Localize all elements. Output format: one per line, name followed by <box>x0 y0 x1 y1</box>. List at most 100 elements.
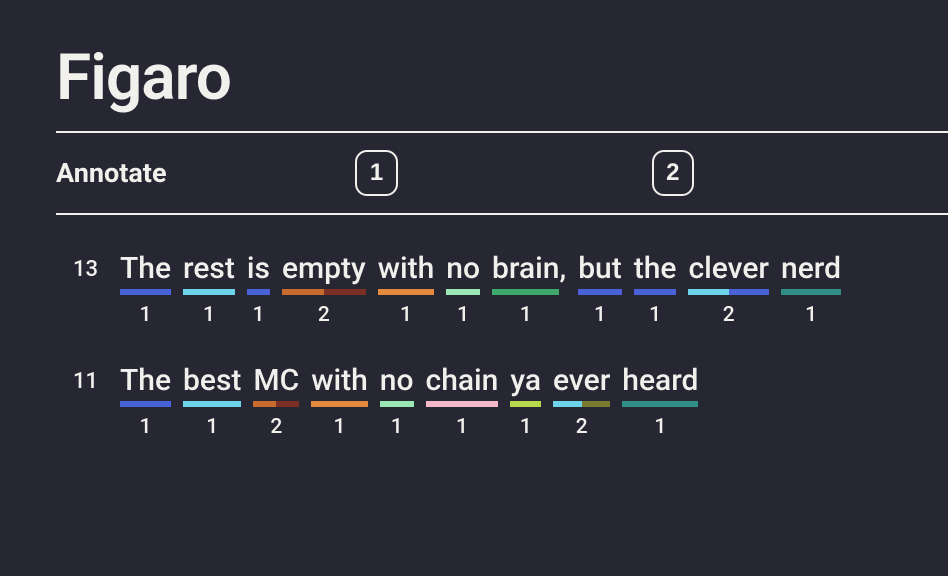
word-text: with <box>311 363 368 399</box>
word-text: but <box>578 251 622 287</box>
word[interactable]: ever2 <box>553 363 610 439</box>
syllable-count: 1 <box>140 303 152 327</box>
underline-segment <box>378 289 435 295</box>
underline-segment <box>426 401 499 407</box>
words-row: The 1 best 1 MC 2 with 1 no 1 chain 1 ya 1 ever2 heard 1 <box>120 363 710 439</box>
syllable-count: 2 <box>270 415 282 439</box>
word[interactable]: no1 <box>446 251 480 327</box>
word-text: The <box>120 363 171 399</box>
syllable-count: 1 <box>206 415 218 439</box>
lyric-line: 11The1best1MC2with1no1chain1ya1ever2hear… <box>56 363 948 439</box>
syllable-count: 1 <box>140 415 152 439</box>
line-number: 13 <box>56 251 120 282</box>
syllable-underline <box>781 289 841 295</box>
underline-segment <box>492 289 559 295</box>
word-text: no <box>380 363 414 399</box>
word-text: The <box>120 251 171 287</box>
underline-segment <box>634 289 677 295</box>
word-text: ya <box>510 363 541 399</box>
word[interactable]: heard 1 <box>622 363 698 439</box>
word[interactable]: The 1 <box>120 363 171 439</box>
underline-segment <box>183 289 235 295</box>
word-text: is <box>247 251 270 287</box>
underline-segment <box>253 401 276 407</box>
syllable-underline <box>578 289 622 295</box>
syllable-underline <box>378 289 435 295</box>
word-text: MC <box>253 363 299 399</box>
syllable-count: 1 <box>805 303 817 327</box>
word[interactable]: MC 2 <box>253 363 299 439</box>
syllable-underline <box>446 289 480 295</box>
underline-segment <box>510 401 541 407</box>
syllable-count: 1 <box>391 415 403 439</box>
syllable-underline <box>380 401 414 407</box>
underline-segment <box>622 401 698 407</box>
syllable-count: 1 <box>594 303 606 327</box>
underline-segment <box>688 289 728 295</box>
syllable-underline <box>311 401 368 407</box>
word[interactable]: ya 1 <box>510 363 541 439</box>
nav-label: Annotate <box>56 157 355 189</box>
syllable-count: 1 <box>649 303 661 327</box>
word-text: heard <box>622 363 698 399</box>
word[interactable]: nerd 1 <box>781 251 841 327</box>
words-row: The1rest1is1empty2with1no1brain1,but1the… <box>120 251 853 327</box>
word[interactable]: brain 1 <box>492 251 559 327</box>
syllable-underline <box>426 401 499 407</box>
word-text: clever <box>688 251 769 287</box>
word[interactable]: rest 1 <box>183 251 235 327</box>
syllable-underline <box>634 289 677 295</box>
word-text: the <box>634 251 677 287</box>
nav-button-2[interactable]: 2 <box>652 150 694 196</box>
word[interactable]: clever2 <box>688 251 769 327</box>
syllable-underline <box>282 289 366 295</box>
word[interactable]: empty2 <box>282 251 366 327</box>
word[interactable]: best 1 <box>183 363 241 439</box>
word[interactable]: the 1 <box>634 251 677 327</box>
word[interactable]: chain 1 <box>426 363 499 439</box>
syllable-count: 1 <box>654 415 666 439</box>
syllable-underline <box>183 401 241 407</box>
syllable-underline <box>510 401 541 407</box>
word[interactable]: no 1 <box>380 363 414 439</box>
syllable-count: 2 <box>576 415 588 439</box>
syllable-count: 1 <box>334 415 346 439</box>
word-text: brain <box>492 251 559 287</box>
syllable-count: 1 <box>252 303 264 327</box>
syllable-underline <box>120 289 171 295</box>
syllable-underline <box>622 401 698 407</box>
word-text: with <box>378 251 435 287</box>
word-text: nerd <box>781 251 841 287</box>
nav-button-1[interactable]: 1 <box>355 150 397 196</box>
underline-segment <box>729 289 769 295</box>
syllable-count: 1 <box>457 303 469 327</box>
word-text: rest <box>183 251 235 287</box>
syllable-underline <box>183 289 235 295</box>
punctuation: , <box>559 251 566 287</box>
word-text: best <box>183 363 241 399</box>
word[interactable]: with 1 <box>311 363 368 439</box>
underline-segment <box>781 289 841 295</box>
underline-segment <box>553 401 582 407</box>
app-title: Figaro <box>56 40 948 115</box>
syllable-count: 1 <box>520 415 532 439</box>
word[interactable]: but 1 <box>578 251 622 327</box>
syllable-underline <box>688 289 769 295</box>
underline-segment <box>282 289 324 295</box>
underline-segment <box>582 401 611 407</box>
syllable-underline <box>247 289 270 295</box>
underline-segment <box>120 289 171 295</box>
syllable-count: 1 <box>203 303 215 327</box>
word-text: chain <box>426 363 499 399</box>
syllable-count: 1 <box>456 415 468 439</box>
word[interactable]: with1 <box>378 251 435 327</box>
underline-segment <box>578 289 622 295</box>
line-number: 11 <box>56 363 120 394</box>
underline-segment <box>183 401 241 407</box>
word[interactable]: is 1 <box>247 251 270 327</box>
word[interactable]: The 1 <box>120 251 171 327</box>
syllable-count: 1 <box>520 303 532 327</box>
syllable-underline <box>553 401 610 407</box>
syllable-count: 2 <box>318 303 330 327</box>
syllable-underline <box>253 401 299 407</box>
